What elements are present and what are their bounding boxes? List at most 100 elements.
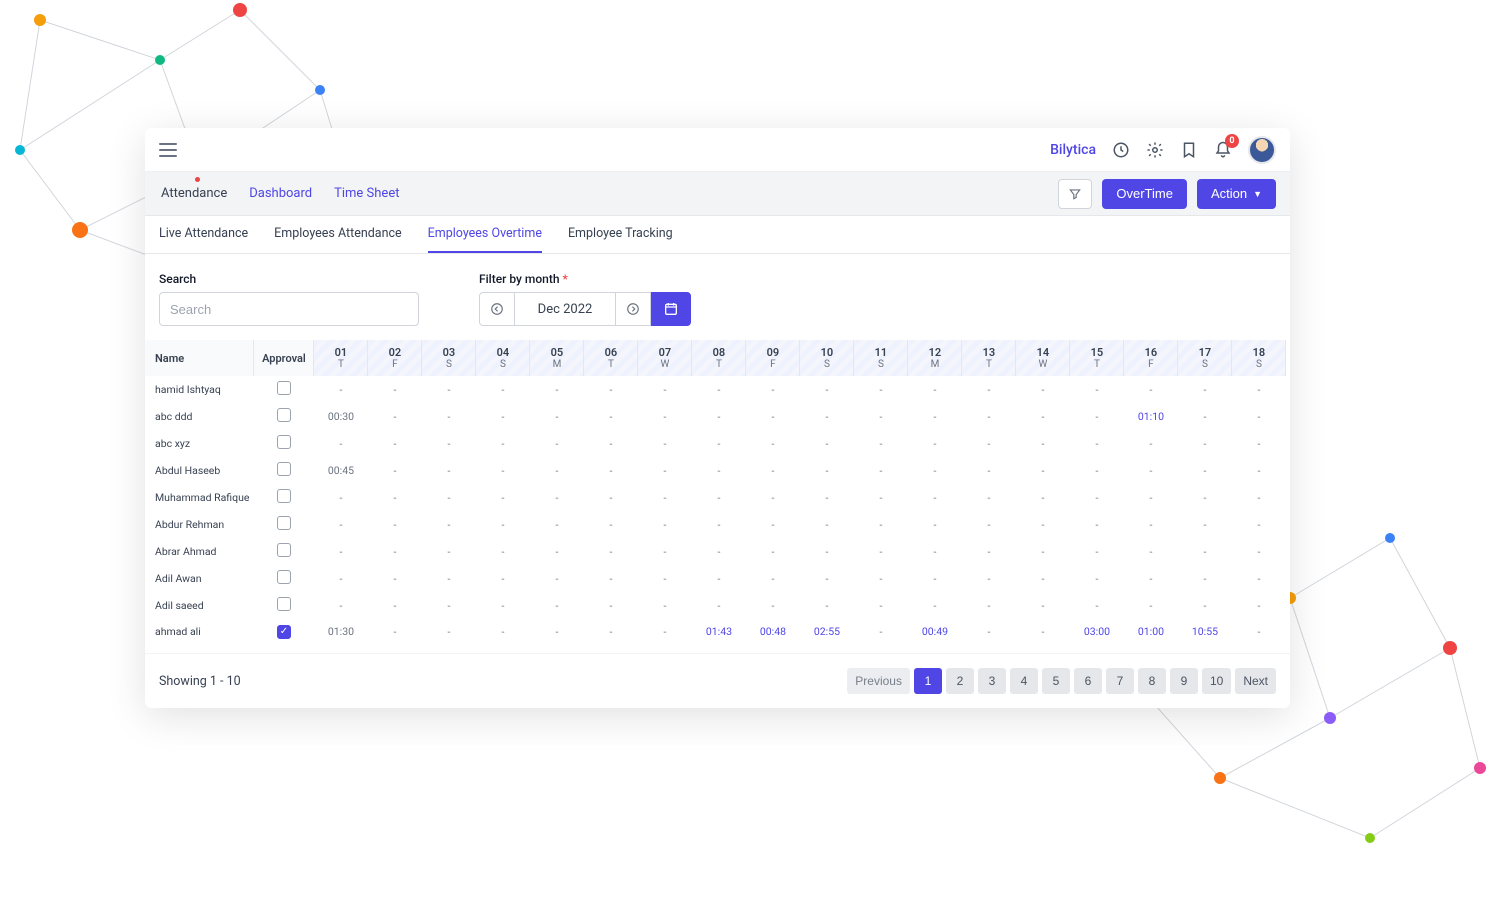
cell-day: -	[854, 538, 908, 565]
cell-day: -	[1178, 565, 1232, 592]
cell-day: -	[314, 484, 368, 511]
page-next[interactable]: Next	[1235, 668, 1276, 694]
cell-day: -	[692, 511, 746, 538]
cell-day: -	[530, 457, 584, 484]
calendar-button[interactable]	[651, 292, 691, 326]
page-7[interactable]: 7	[1106, 668, 1134, 694]
cell-day: -	[584, 592, 638, 619]
page-6[interactable]: 6	[1074, 668, 1102, 694]
tab-employee-tracking[interactable]: Employee Tracking	[568, 216, 673, 253]
filter-button[interactable]	[1058, 179, 1092, 209]
cell-day: -	[746, 538, 800, 565]
page-5[interactable]: 5	[1042, 668, 1070, 694]
cell-day: -	[908, 457, 962, 484]
cell-day: -	[1016, 511, 1070, 538]
page-9[interactable]: 9	[1170, 668, 1198, 694]
subbar-tab-attendance[interactable]: Attendance	[159, 180, 229, 207]
approval-checkbox[interactable]	[277, 516, 291, 530]
cell-day: -	[1016, 457, 1070, 484]
table-row: Abrar Ahmad------------------	[145, 538, 1286, 565]
action-button[interactable]: Action▼	[1197, 179, 1276, 209]
approval-checkbox[interactable]	[277, 570, 291, 584]
col-day-04: 04S	[476, 340, 530, 376]
page-2[interactable]: 2	[946, 668, 974, 694]
cell-day: -	[1070, 403, 1124, 430]
menu-icon[interactable]	[159, 143, 177, 157]
tab-employees-attendance[interactable]: Employees Attendance	[274, 216, 402, 253]
cell-name: Abdul Haseeb	[145, 457, 254, 484]
cell-day: -	[530, 403, 584, 430]
month-next-button[interactable]	[615, 292, 651, 326]
clock-icon[interactable]	[1112, 141, 1130, 159]
cell-day: -	[476, 430, 530, 457]
subbar-tab-time-sheet[interactable]: Time Sheet	[332, 180, 401, 207]
page-3[interactable]: 3	[978, 668, 1006, 694]
cell-day: -	[854, 376, 908, 403]
avatar[interactable]	[1248, 136, 1276, 164]
page-8[interactable]: 8	[1138, 668, 1166, 694]
cell-day: -	[584, 430, 638, 457]
cell-day: -	[422, 565, 476, 592]
cell-day: -	[908, 511, 962, 538]
cell-day: -	[314, 538, 368, 565]
tab-live-attendance[interactable]: Live Attendance	[159, 216, 248, 253]
approval-checkbox[interactable]	[277, 435, 291, 449]
col-day-02: 02F	[368, 340, 422, 376]
col-day-09: 09F	[746, 340, 800, 376]
cell-day: -	[422, 484, 476, 511]
cell-day: -	[1016, 430, 1070, 457]
cell-day: 02:55	[800, 619, 854, 644]
brand-label[interactable]: Bilytica	[1050, 142, 1096, 158]
cell-day: -	[962, 403, 1016, 430]
bell-icon[interactable]: 0	[1214, 141, 1232, 159]
cell-day: -	[854, 403, 908, 430]
cell-day: -	[1178, 511, 1232, 538]
cell-day: -	[746, 376, 800, 403]
cell-name: Abrar Ahmad	[145, 538, 254, 565]
topbar: Bilytica 0	[145, 128, 1290, 172]
bookmark-icon[interactable]	[1180, 141, 1198, 159]
approval-checkbox[interactable]	[277, 408, 291, 422]
approval-checkbox[interactable]	[277, 381, 291, 395]
cell-day: -	[476, 484, 530, 511]
table-row: hamid Ishtyaq------------------	[145, 376, 1286, 403]
cell-day: -	[368, 619, 422, 644]
cell-approval	[254, 457, 314, 484]
approval-checkbox[interactable]	[277, 489, 291, 503]
col-day-17: 17S	[1178, 340, 1232, 376]
overtime-button[interactable]: OverTime	[1102, 179, 1187, 209]
cell-day: -	[314, 565, 368, 592]
approval-checkbox[interactable]	[277, 597, 291, 611]
table-row: Muhammad Rafique------------------	[145, 484, 1286, 511]
overtime-table-wrap[interactable]: NameApproval01T02F03S04S05M06T07W08T09F1…	[145, 340, 1290, 653]
approval-checkbox[interactable]	[277, 625, 291, 639]
col-day-13: 13T	[962, 340, 1016, 376]
page-10[interactable]: 10	[1202, 668, 1231, 694]
col-day-05: 05M	[530, 340, 584, 376]
table-row: Adil Awan------------------	[145, 565, 1286, 592]
cell-day: -	[1178, 430, 1232, 457]
cell-day: -	[908, 592, 962, 619]
cell-day: -	[1232, 457, 1286, 484]
gear-icon[interactable]	[1146, 141, 1164, 159]
cell-day: -	[476, 403, 530, 430]
subbar-tab-dashboard[interactable]: Dashboard	[247, 180, 314, 207]
month-prev-button[interactable]	[479, 292, 515, 326]
page-1[interactable]: 1	[914, 668, 942, 694]
search-input[interactable]	[159, 292, 419, 326]
cell-day: -	[530, 376, 584, 403]
tab-employees-overtime[interactable]: Employees Overtime	[428, 216, 542, 253]
page-4[interactable]: 4	[1010, 668, 1038, 694]
page-prev[interactable]: Previous	[847, 668, 910, 694]
notification-badge: 0	[1225, 134, 1239, 148]
col-day-12: 12M	[908, 340, 962, 376]
cell-name: abc xyz	[145, 430, 254, 457]
approval-checkbox[interactable]	[277, 543, 291, 557]
cell-day: -	[854, 484, 908, 511]
cell-day: -	[692, 484, 746, 511]
filters-row: Search Filter by month * Dec 2022	[145, 254, 1290, 340]
col-approval: Approval	[254, 340, 314, 376]
cell-day: -	[800, 430, 854, 457]
table-row: ahmad ali01:30------01:4300:4802:55-00:4…	[145, 619, 1286, 644]
approval-checkbox[interactable]	[277, 462, 291, 476]
